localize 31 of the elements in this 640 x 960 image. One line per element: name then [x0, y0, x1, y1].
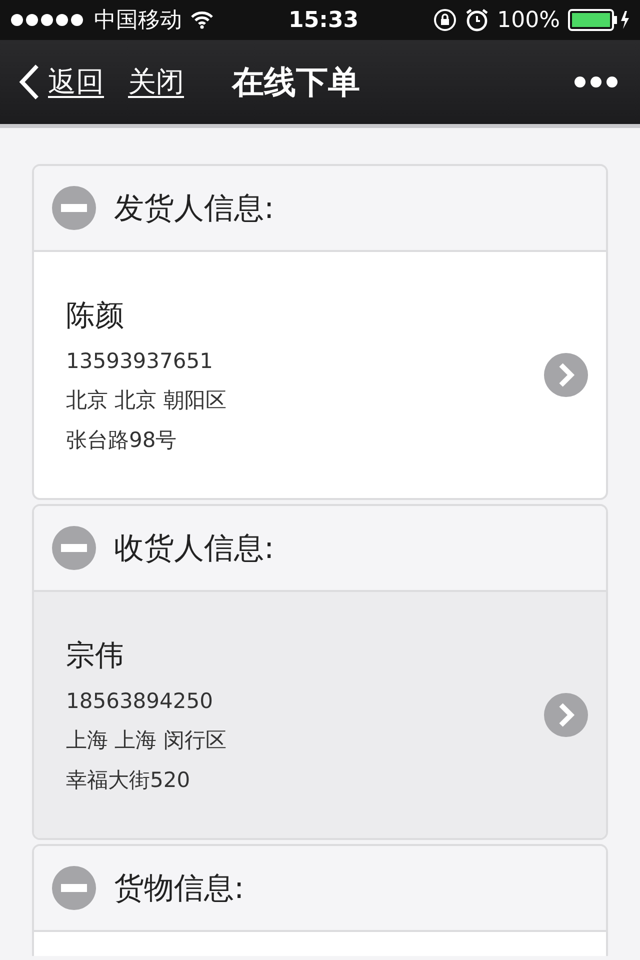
carrier-text: 中国移动: [94, 6, 182, 34]
battery-text: 100%: [497, 6, 560, 34]
chevron-right-icon: [544, 353, 588, 397]
collapse-icon[interactable]: [52, 866, 96, 910]
alarm-icon: [465, 8, 490, 32]
region-text: 北京 北京 朝阳区: [66, 387, 228, 414]
address-text: 幸福大街520: [66, 766, 192, 794]
time-text: 15:33: [288, 6, 359, 34]
chevron-right-icon: [544, 693, 588, 737]
region-text: 上海 上海 闵行区: [66, 727, 228, 754]
phone-number: 18563894250: [66, 688, 214, 714]
phone-number: 13593937651: [66, 348, 214, 374]
close-link[interactable]: 关闭: [128, 61, 184, 103]
page-title: 在线下单: [232, 62, 360, 103]
battery-icon: [568, 9, 630, 31]
collapse-icon[interactable]: [52, 186, 96, 230]
contact-name: 陈颜: [66, 297, 125, 334]
contact-row[interactable]: 陈颜 13593937651 北京 北京 朝阳区 张台路98号: [34, 252, 606, 498]
section-title: 货物信息:: [114, 870, 244, 908]
back-chevron-icon[interactable]: [18, 64, 40, 100]
section-title: 收货人信息:: [114, 530, 274, 568]
wifi-icon: [190, 11, 214, 29]
signal-icon: [10, 13, 86, 27]
rotation-lock-icon: [433, 8, 458, 32]
back-link[interactable]: 返回: [48, 61, 104, 103]
contact-row[interactable]: 宗伟 18563894250 上海 上海 闵行区 幸福大街520: [34, 592, 606, 838]
more-icon[interactable]: [574, 76, 618, 88]
address-text: 张台路98号: [66, 426, 178, 454]
collapse-icon[interactable]: [52, 526, 96, 570]
section-title: 发货人信息:: [114, 190, 274, 228]
contact-name: 宗伟: [66, 637, 125, 674]
